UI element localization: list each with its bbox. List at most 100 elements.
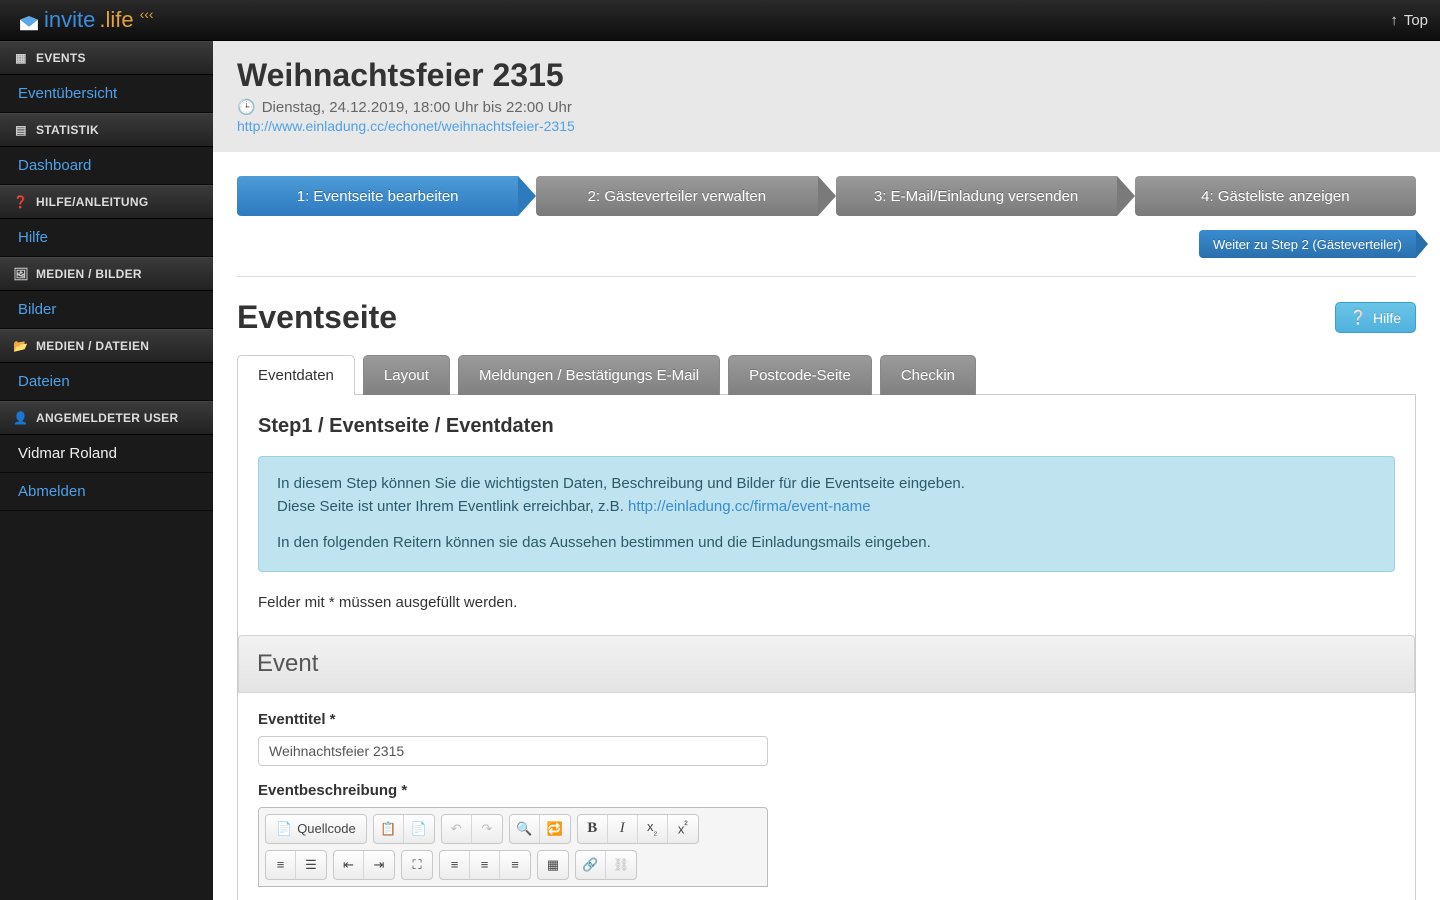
- brand-accent-icon: ‹‹‹: [140, 6, 154, 22]
- tab-layout[interactable]: Layout: [363, 355, 450, 395]
- bars-icon: ▤: [14, 123, 28, 137]
- sidebar-header-statistik: ▤ STATISTIK: [0, 113, 213, 147]
- arrow-up-icon: ↑: [1390, 12, 1398, 29]
- tab-eventdaten[interactable]: Eventdaten: [237, 355, 355, 395]
- paste-icon: 📄: [411, 821, 427, 837]
- replace-icon: 🔁: [547, 821, 563, 837]
- back-to-top-link[interactable]: ↑ Top: [1390, 12, 1428, 29]
- editor-replace-button[interactable]: 🔁: [540, 815, 570, 843]
- help-icon: ❓: [14, 195, 28, 209]
- indent-icon: ⇥: [374, 857, 385, 873]
- search-icon: 🔍: [516, 821, 532, 837]
- sidebar-item-event-overview[interactable]: Eventübersicht: [0, 75, 213, 113]
- user-icon: 👤: [14, 411, 28, 425]
- grid-icon: ▦: [14, 51, 28, 65]
- sidebar-header-user: 👤 ANGEMELDETER USER: [0, 401, 213, 435]
- topbar: invite.life‹‹‹ ↑ Top: [0, 0, 1440, 41]
- form-section-header: Event: [238, 635, 1415, 693]
- editor-bold-button[interactable]: B: [578, 815, 608, 843]
- editor-source-label: Quellcode: [297, 821, 356, 836]
- editor-undo-button[interactable]: ↶: [442, 815, 472, 843]
- wizard-step-1[interactable]: 1: Eventseite bearbeiten: [237, 176, 518, 216]
- panel-breadcrumb: Step1 / Eventseite / Eventdaten: [258, 415, 1395, 438]
- tab-checkin[interactable]: Checkin: [880, 355, 976, 395]
- sidebar-header-help: ❓ HILFE/ANLEITUNG: [0, 185, 213, 219]
- editor-redo-button[interactable]: ↷: [472, 815, 502, 843]
- wizard-step-3[interactable]: 3: E-Mail/Einladung versenden: [836, 176, 1117, 216]
- help-button[interactable]: ❔ Hilfe: [1335, 302, 1416, 333]
- editor-find-button[interactable]: 🔍: [510, 815, 540, 843]
- editor-fullscreen-button[interactable]: ⛶: [402, 851, 432, 879]
- sidebar-item-help[interactable]: Hilfe: [0, 219, 213, 257]
- sidebar-header-label: EVENTS: [36, 51, 86, 65]
- info-box: In diesem Step können Sie die wichtigste…: [258, 456, 1395, 572]
- editor-paste-button[interactable]: 📄: [404, 815, 434, 843]
- sidebar-header-label: MEDIEN / DATEIEN: [36, 339, 149, 353]
- wizard-step-2[interactable]: 2: Gästeverteiler verwalten: [536, 176, 817, 216]
- sidebar-item-logout[interactable]: Abmelden: [0, 473, 213, 511]
- page-subtitle: 🕒 Dienstag, 24.12.2019, 18:00 Uhr bis 22…: [237, 98, 1416, 116]
- editor-subscript-button[interactable]: x₂: [638, 815, 668, 843]
- event-url-link[interactable]: http://www.einladung.cc/echonet/weihnach…: [237, 118, 575, 134]
- sidebar-item-username: Vidmar Roland: [0, 435, 213, 473]
- sidebar-header-label: ANGEMELDETER USER: [36, 411, 178, 425]
- sidebar-item-dashboard[interactable]: Dashboard: [0, 147, 213, 185]
- editor-link-button[interactable]: 🔗: [576, 851, 606, 879]
- info-example-link[interactable]: http://einladung.cc/firma/event-name: [628, 498, 871, 515]
- editor-italic-button[interactable]: I: [608, 815, 638, 843]
- align-center-icon: ≡: [481, 857, 489, 872]
- help-circle-icon: ❔: [1350, 309, 1367, 326]
- unordered-list-icon: ☰: [305, 857, 317, 873]
- unlink-icon: ⛓: [613, 857, 630, 873]
- image-icon: 🖼: [14, 267, 28, 281]
- editor-ul-button[interactable]: ☰: [296, 851, 326, 879]
- main-content: Weihnachtsfeier 2315 🕒 Dienstag, 24.12.2…: [213, 41, 1440, 900]
- sidebar-header-events: ▦ EVENTS: [0, 41, 213, 75]
- event-title-input[interactable]: [258, 736, 768, 766]
- link-icon: 🔗: [582, 857, 598, 873]
- editor-indent-button[interactable]: ⇥: [364, 851, 394, 879]
- tab-panel: Step1 / Eventseite / Eventdaten In diese…: [237, 395, 1416, 900]
- editor-source-button[interactable]: 📄 Quellcode: [266, 815, 366, 843]
- help-button-label: Hilfe: [1373, 310, 1401, 326]
- event-title-label: Eventtitel *: [258, 711, 1395, 728]
- editor-table-button[interactable]: ▦: [538, 851, 568, 879]
- brand-logo[interactable]: invite.life‹‹‹: [18, 7, 152, 33]
- info-line-1: In diesem Step können Sie die wichtigste…: [277, 475, 965, 492]
- divider: [237, 276, 1416, 277]
- tab-postcode[interactable]: Postcode-Seite: [728, 355, 872, 395]
- editor-align-center-button[interactable]: ≡: [470, 851, 500, 879]
- required-hint: Felder mit * müssen ausgefüllt werden.: [258, 594, 1395, 611]
- copy-icon: 📋: [380, 821, 396, 837]
- wizard-steps: 1: Eventseite bearbeiten 2: Gästeverteil…: [237, 176, 1416, 216]
- bold-icon: B: [587, 820, 597, 837]
- editor-unlink-button[interactable]: ⛓: [606, 851, 636, 879]
- table-icon: ▦: [547, 857, 559, 873]
- editor-superscript-button[interactable]: x²: [668, 815, 698, 843]
- sidebar-item-files[interactable]: Dateien: [0, 363, 213, 401]
- folder-icon: 📂: [14, 339, 28, 353]
- redo-icon: ↷: [481, 821, 492, 837]
- envelope-icon: [18, 12, 40, 28]
- brand-text-primary: invite: [44, 7, 95, 33]
- event-description-label: Eventbeschreibung *: [258, 782, 1395, 799]
- italic-icon: I: [620, 820, 625, 837]
- wizard-step-4[interactable]: 4: Gästeliste anzeigen: [1135, 176, 1416, 216]
- editor-ol-button[interactable]: ≡: [266, 851, 296, 879]
- align-left-icon: ≡: [451, 857, 459, 872]
- align-right-icon: ≡: [511, 857, 519, 872]
- editor-copy-button[interactable]: 📋: [374, 815, 404, 843]
- sidebar-item-images[interactable]: Bilder: [0, 291, 213, 329]
- sidebar-header-media-files: 📂 MEDIEN / DATEIEN: [0, 329, 213, 363]
- sidebar-header-label: HILFE/ANLEITUNG: [36, 195, 149, 209]
- tab-meldungen[interactable]: Meldungen / Bestätigungs E-Mail: [458, 355, 720, 395]
- tab-bar: Eventdaten Layout Meldungen / Bestätigun…: [237, 354, 1416, 395]
- next-step-button[interactable]: Weiter zu Step 2 (Gästeverteiler): [1199, 230, 1416, 258]
- subscript-icon: x₂: [647, 819, 657, 838]
- editor-outdent-button[interactable]: ⇤: [334, 851, 364, 879]
- sidebar-header-label: MEDIEN / BILDER: [36, 267, 142, 281]
- editor-align-left-button[interactable]: ≡: [440, 851, 470, 879]
- editor-align-right-button[interactable]: ≡: [500, 851, 530, 879]
- ordered-list-icon: ≡: [277, 857, 285, 872]
- info-line-3: In den folgenden Reitern können sie das …: [277, 532, 1376, 555]
